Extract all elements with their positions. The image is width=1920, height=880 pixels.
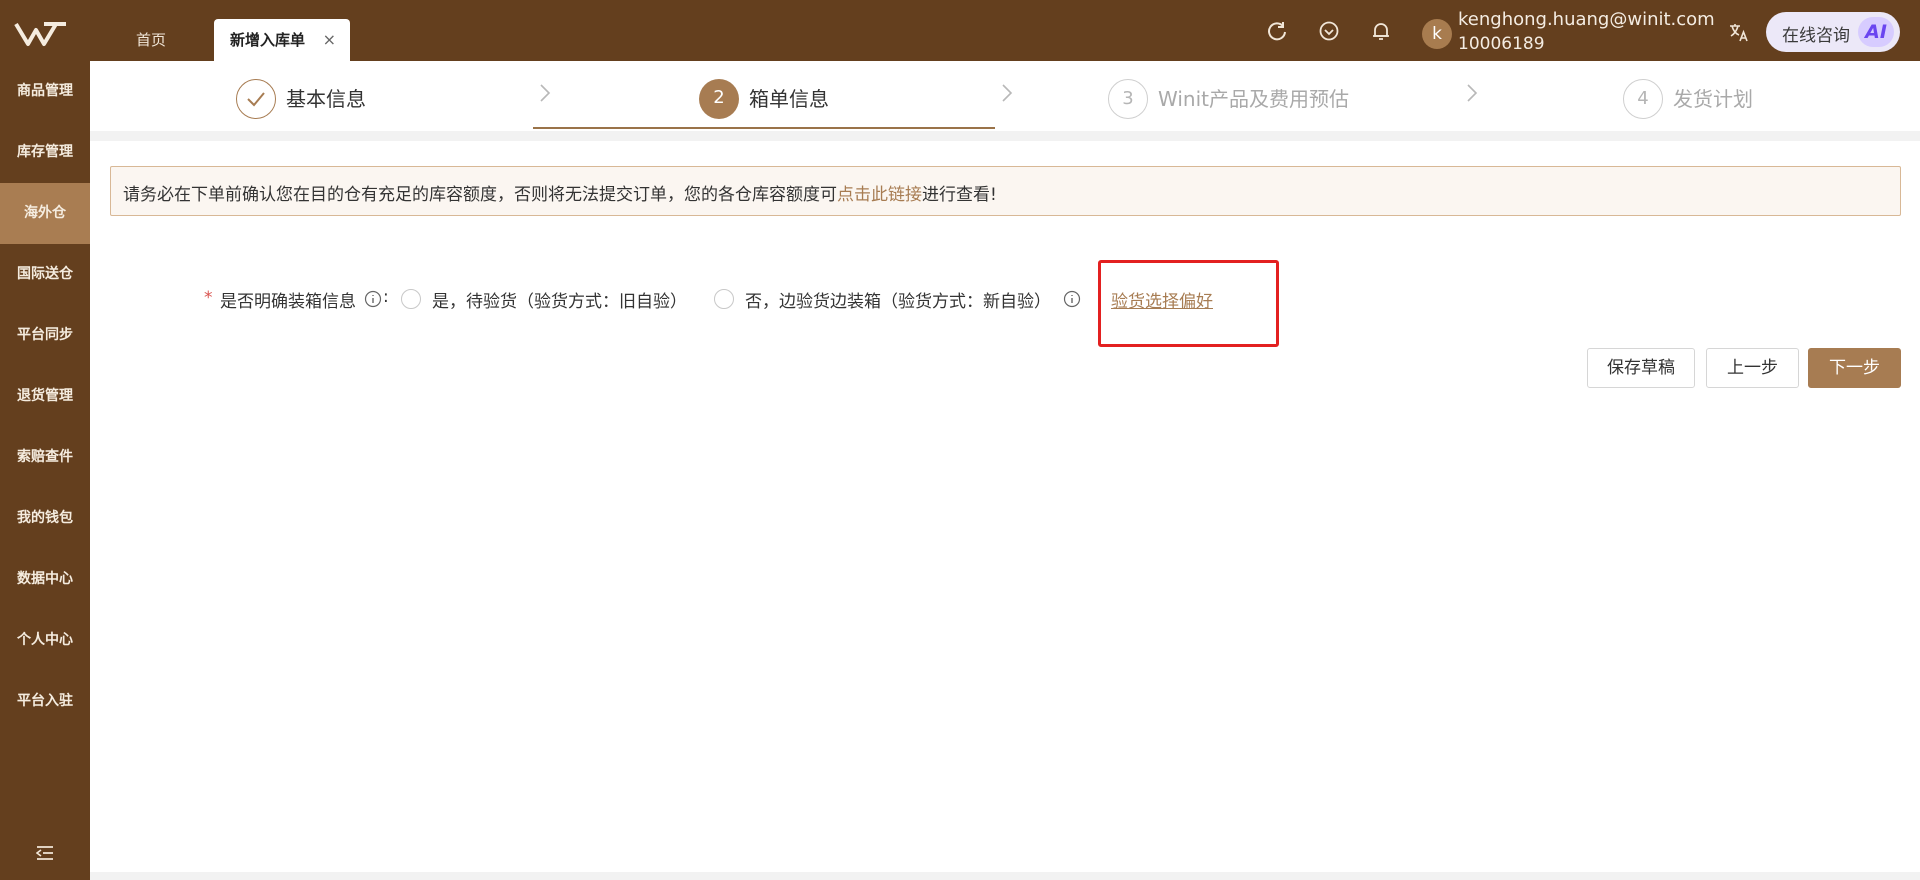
sidebar-item-overseas-warehouse[interactable]: 海外仓: [0, 183, 90, 244]
step-2-label[interactable]: 箱单信息: [749, 83, 829, 112]
radio-no[interactable]: [714, 289, 734, 309]
sidebar-item-returns[interactable]: 退货管理: [0, 366, 90, 427]
sidebar-item-international-delivery[interactable]: 国际送仓: [0, 244, 90, 305]
sidebar-item-wallet[interactable]: 我的钱包: [0, 488, 90, 549]
collapse-menu-icon[interactable]: [36, 845, 54, 861]
active-step-indicator: [533, 127, 995, 129]
close-icon[interactable]: ×: [323, 19, 336, 61]
chevron-right-icon: [1467, 84, 1478, 102]
notice-link[interactable]: 点击此链接: [837, 185, 922, 205]
step-3-label[interactable]: Winit产品及费用预估: [1158, 83, 1349, 112]
refresh-icon[interactable]: [1266, 20, 1288, 42]
required-mark: *: [204, 288, 213, 308]
bell-icon[interactable]: [1370, 20, 1392, 42]
notice-text-before: 请务必在下单前确认您在目的仓有充足的库容额度，否则将无法提交订单，您的各仓库容额…: [123, 185, 837, 205]
heart-shield-icon[interactable]: [1318, 20, 1340, 42]
highlight-annotation-box: [1098, 260, 1279, 347]
step-1-label[interactable]: 基本信息: [286, 83, 366, 112]
avatar[interactable]: k: [1422, 19, 1452, 49]
winit-logo[interactable]: [14, 18, 70, 50]
info-icon[interactable]: [1063, 290, 1081, 308]
label-colon: :: [383, 287, 389, 307]
sidebar-item-platform-sync[interactable]: 平台同步: [0, 305, 90, 366]
step-4-number: 4: [1623, 79, 1663, 119]
stepper: 基本信息 2 箱单信息 3 Winit产品及费用预估 4 发货计划: [90, 61, 1920, 131]
chevron-right-icon: [1002, 84, 1013, 102]
chevron-right-icon: [540, 84, 551, 102]
bottom-divider: [90, 872, 1920, 880]
sidebar-item-products[interactable]: 商品管理: [0, 61, 90, 122]
online-consult-label: 在线咨询: [1782, 26, 1850, 46]
radio-yes[interactable]: [401, 289, 421, 309]
tab-home[interactable]: 首页: [136, 19, 166, 61]
divider: [90, 131, 1920, 141]
radio-yes-label[interactable]: 是，待验货（验货方式：旧自验）: [432, 287, 687, 312]
sidebar-item-platform-onboarding[interactable]: 平台入驻: [0, 671, 90, 732]
packing-info-field: * 是否明确装箱信息 : 是，待验货（验货方式：旧自验） 否，边验货边装箱（验货…: [90, 276, 1920, 326]
previous-step-button[interactable]: 上一步: [1706, 348, 1799, 388]
notice-text: 请务必在下单前确认您在目的仓有充足的库容额度，否则将无法提交订单，您的各仓库容额…: [123, 180, 997, 205]
packing-info-label: 是否明确装箱信息: [220, 292, 356, 312]
save-draft-button[interactable]: 保存草稿: [1587, 348, 1695, 388]
step-1-check-icon: [236, 79, 276, 119]
sidebar-item-profile[interactable]: 个人中心: [0, 610, 90, 671]
sidebar-item-data-center[interactable]: 数据中心: [0, 549, 90, 610]
info-icon[interactable]: [364, 290, 382, 308]
top-bar: 首页 新增入库单 × k kenghong.huang@winit.com 10…: [0, 0, 1920, 61]
translate-icon[interactable]: [1728, 21, 1750, 43]
notice-text-after: 进行查看!: [922, 185, 997, 205]
user-email[interactable]: kenghong.huang@winit.com: [1458, 9, 1715, 30]
sidebar-item-claims[interactable]: 索赔查件: [0, 427, 90, 488]
next-step-button[interactable]: 下一步: [1808, 348, 1901, 388]
step-4-label[interactable]: 发货计划: [1673, 83, 1753, 112]
sidebar: 商品管理 库存管理 海外仓 国际送仓 平台同步 退货管理 索赔查件 我的钱包 数…: [0, 61, 90, 880]
step-3-number: 3: [1108, 79, 1148, 119]
tab-new-inbound-order[interactable]: 新增入库单 ×: [214, 19, 350, 61]
capacity-notice: 请务必在下单前确认您在目的仓有充足的库容额度，否则将无法提交订单，您的各仓库容额…: [110, 166, 1901, 216]
tab-label: 新增入库单: [230, 31, 306, 49]
online-consult-button[interactable]: 在线咨询 AI: [1766, 12, 1900, 52]
ai-badge: AI: [1858, 17, 1894, 47]
radio-no-label[interactable]: 否，边验货边装箱（验货方式：新自验）: [745, 287, 1051, 312]
main-content: 基本信息 2 箱单信息 3 Winit产品及费用预估 4 发货计划 请务必在下单…: [90, 61, 1920, 880]
user-id: 10006189: [1458, 34, 1545, 54]
step-2-number: 2: [699, 79, 739, 119]
sidebar-item-inventory[interactable]: 库存管理: [0, 122, 90, 183]
